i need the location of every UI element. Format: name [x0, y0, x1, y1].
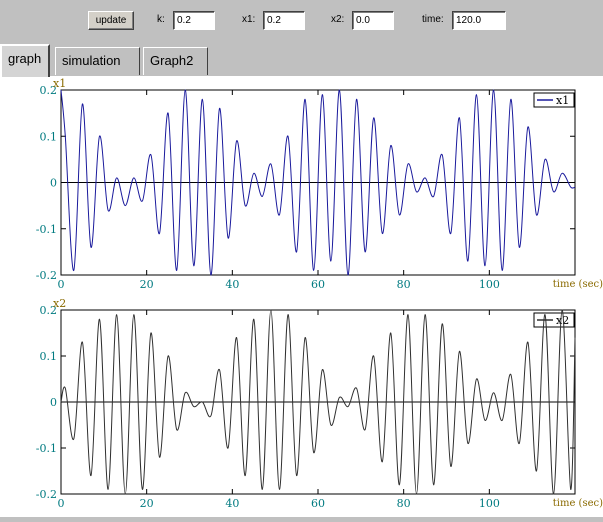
x1-input[interactable]: 0.2 — [263, 11, 305, 30]
x1-legend-label: x1 — [556, 94, 569, 107]
x2-x-tick-label: 60 — [311, 497, 325, 510]
x2-label: x2: — [331, 14, 345, 25]
x1-x-tick-label: 0 — [58, 278, 65, 291]
x2-y-tick-label: -0.1 — [36, 442, 57, 455]
x1-x-tick-label: 80 — [397, 278, 411, 291]
graph-panel: 0.2 0.1 0 -0.1 -0.2 0 20 40 60 80 100 x1 time (sec) x… — [0, 76, 603, 517]
x2-y-axis-title: x2 — [53, 297, 66, 310]
x1-y-tick-label: 0 — [50, 177, 57, 190]
x1-y-tick-label: -0.1 — [36, 223, 57, 236]
x1-x-tick-label: 20 — [140, 278, 154, 291]
update-button[interactable]: update — [88, 11, 134, 30]
x2-x-tick-label: 80 — [397, 497, 411, 510]
x2-y-tick-label: 0.1 — [40, 350, 58, 363]
x2-x-axis-title: time (sec) — [553, 498, 603, 509]
k-input[interactable]: 0.2 — [173, 11, 215, 30]
x1-x-tick-label: 100 — [479, 278, 500, 291]
x2-x-tick-label: 20 — [140, 497, 154, 510]
x1-y-tick-label: -0.2 — [36, 269, 57, 282]
x1-chart: 0.20.10-0.1-0.20 20 40 60 80 100x1time (sec)x… — [36, 77, 603, 291]
time-label: time: — [422, 14, 444, 25]
x2-x-tick-label: 0 — [58, 497, 65, 510]
tab-graph2[interactable]: Graph2 — [143, 47, 208, 75]
x2-y-tick-label: -0.2 — [36, 488, 57, 501]
x2-input[interactable]: 0.0 — [352, 11, 394, 30]
toolbar: update k: 0.2 x1: 0.2 x2: 0.0 time: 120.… — [0, 0, 603, 44]
x2-chart: 0.20.10-0.1-0.20 20 40 60 80 100x2time (sec)x… — [36, 297, 603, 510]
x2-x-tick-label: 40 — [225, 497, 239, 510]
x1-y-axis-title: x1 — [53, 77, 66, 90]
plots-svg: 0.20.10-0.1-0.20 20 40 60 80 100x1time (sec)x… — [36, 77, 603, 510]
x1-x-axis-title: time (sec) — [553, 279, 603, 290]
x1-label: x1: — [242, 14, 256, 25]
x1-x-tick-label: 40 — [225, 278, 239, 291]
k-label: k: — [157, 14, 165, 25]
tab-simulation[interactable]: simulation — [55, 47, 140, 75]
x2-y-tick-label: 0 — [50, 396, 57, 409]
time-input[interactable]: 120.0 — [452, 11, 506, 30]
x2-x-tick-label: 100 — [479, 497, 500, 510]
tab-graph[interactable]: graph — [0, 44, 50, 77]
x1-x-tick-label: 60 — [311, 278, 325, 291]
x1-y-tick-label: 0.1 — [40, 130, 58, 143]
